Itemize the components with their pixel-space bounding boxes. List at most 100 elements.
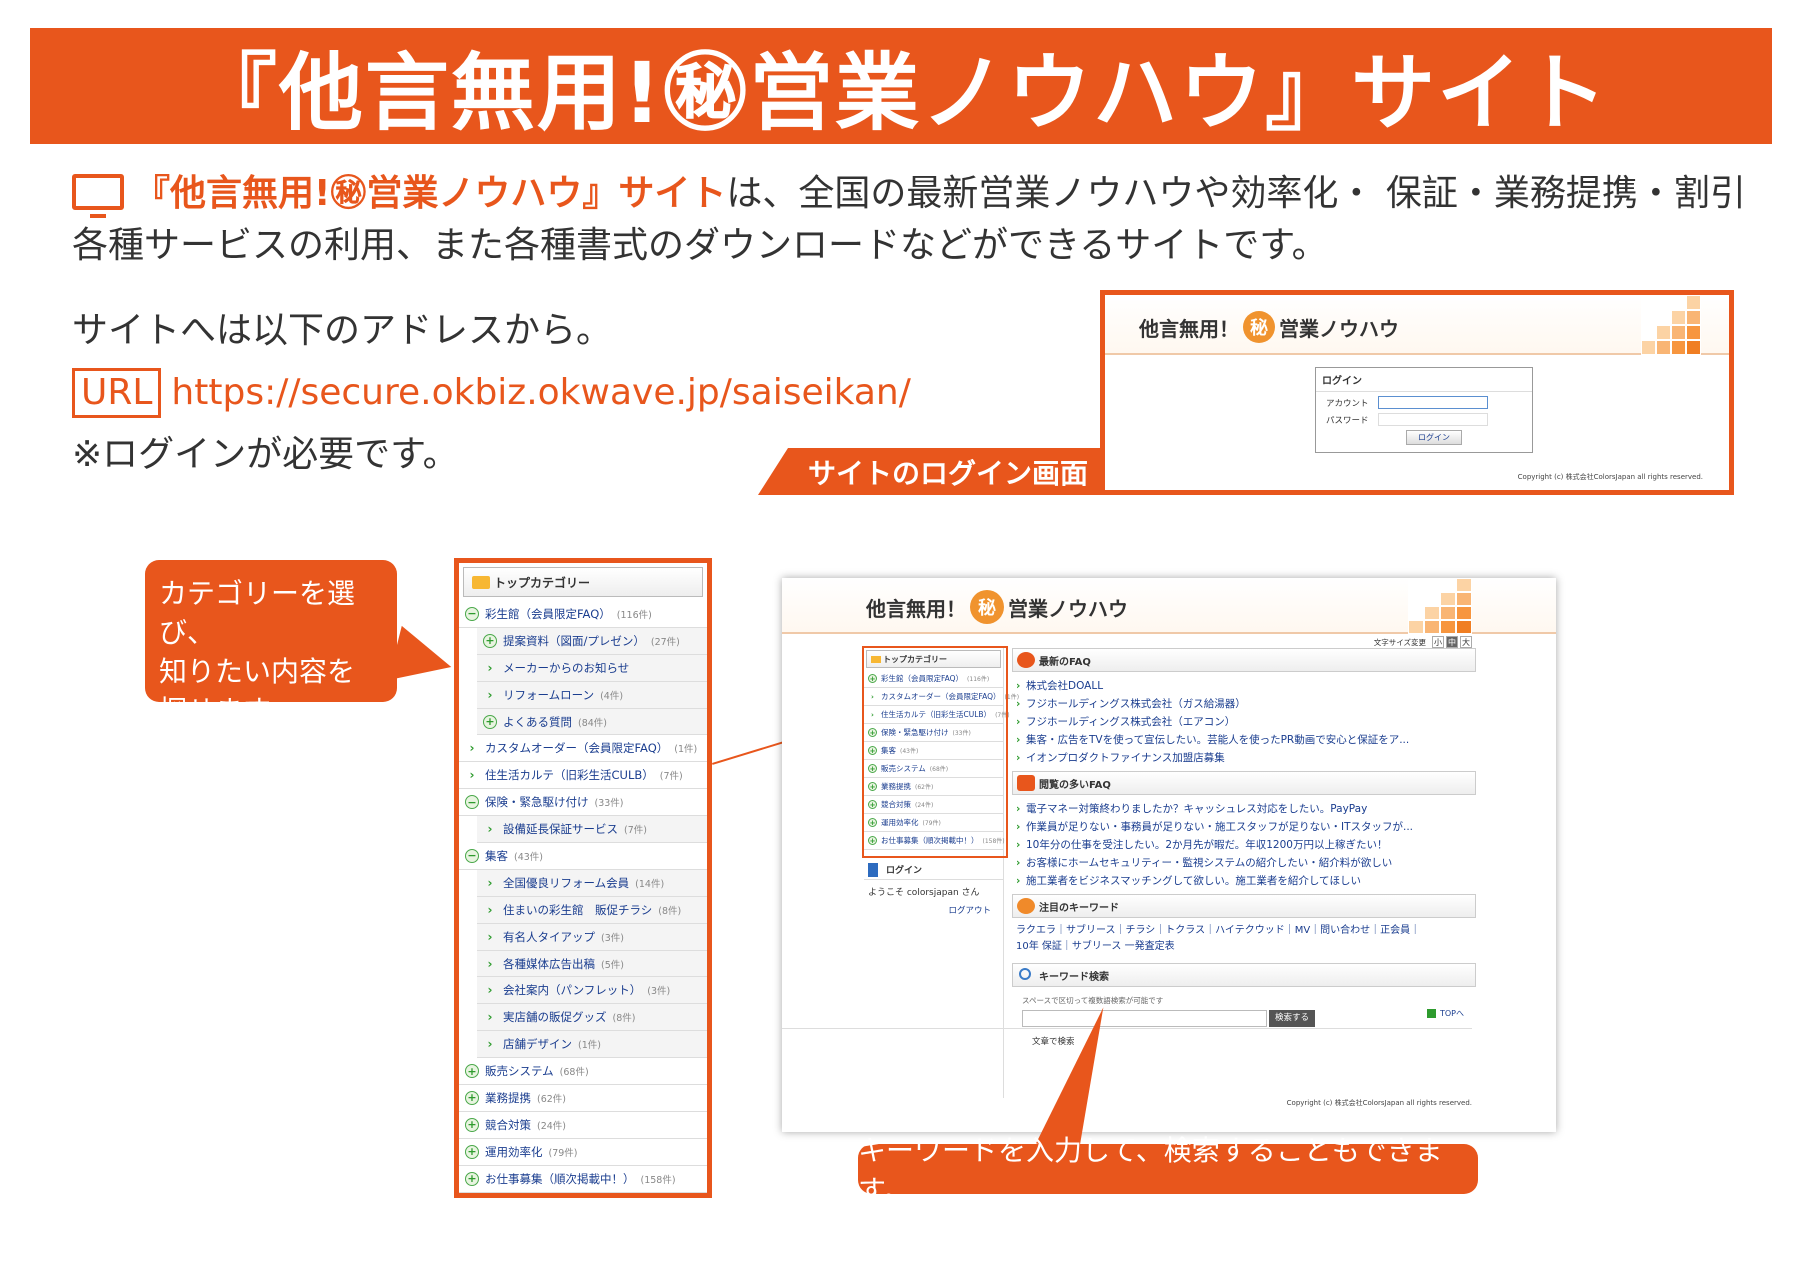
category-item[interactable]: › メーカーからのお知らせ: [477, 654, 707, 682]
faq-link[interactable]: 施工業者をビジネスマッチングして欲しい。施工業者を紹介してほしい: [1016, 872, 1476, 890]
category-count: (14件): [635, 878, 665, 890]
category-item[interactable]: › 全国優良リフォーム会員 (14件): [477, 869, 707, 897]
maru-hi-icon: 秘: [1243, 311, 1275, 343]
category-label: リフォームローン: [503, 687, 595, 702]
category-label: 店舗デザイン: [503, 1037, 572, 1052]
chevron-right-icon[interactable]: ›: [483, 1037, 497, 1051]
font-size-small-button[interactable]: 小: [1432, 636, 1444, 648]
highlight-frame: [862, 646, 1008, 858]
chevron-right-icon[interactable]: ›: [483, 876, 497, 890]
chevron-right-icon[interactable]: ›: [483, 983, 497, 997]
minus-icon[interactable]: −: [465, 606, 479, 621]
category-count: (27件): [650, 636, 680, 648]
keyword-line[interactable]: 10年 保証｜サブリース 一発査定表: [1016, 939, 1476, 955]
category-count: (1件): [674, 744, 698, 756]
plus-icon[interactable]: +: [465, 1171, 479, 1186]
chevron-right-icon[interactable]: ›: [465, 741, 479, 755]
minus-icon[interactable]: −: [465, 795, 479, 810]
login-button[interactable]: ログイン: [1406, 430, 1462, 445]
login-site-logo: 他言無用！ 秘 営業ノウハウ: [1139, 311, 1399, 343]
category-callout-line: 探せます。: [159, 694, 297, 727]
faq-link[interactable]: フジホールディングス株式会社（エアコン）: [1016, 713, 1476, 731]
plus-icon[interactable]: +: [465, 1117, 479, 1132]
category-item[interactable]: › 実店舗の販促グッズ (8件): [477, 1004, 707, 1032]
category-item[interactable]: − 集客 (43件): [459, 843, 707, 870]
category-count: (84件): [578, 717, 608, 729]
category-label: 業務提携: [485, 1090, 531, 1105]
category-callout-line: カテゴリーを選び、: [159, 577, 356, 649]
category-callout-line: 知りたい内容を: [159, 655, 356, 688]
chevron-right-icon[interactable]: ›: [483, 661, 497, 675]
category-label: カスタムオーダー（会員限定FAQ）: [485, 741, 669, 756]
category-item[interactable]: + お仕事募集（順次掲載中！） (158件): [459, 1166, 707, 1193]
category-item[interactable]: › 各種媒体広告出稿 (5件): [477, 950, 707, 978]
logout-link[interactable]: ログアウト: [864, 904, 991, 916]
mini-category-title: トップカテゴリー: [883, 654, 947, 664]
welcome-text: ようこそ colorsjapan さん: [868, 888, 980, 898]
chevron-right-icon[interactable]: ›: [483, 822, 497, 836]
account-input[interactable]: [1378, 396, 1488, 409]
chevron-right-icon[interactable]: ›: [483, 930, 497, 944]
latest-faq-title: 最新のFAQ: [1039, 656, 1091, 668]
faq-link[interactable]: イオンプロダクトファイナンス加盟店募集: [1016, 749, 1476, 767]
category-item[interactable]: + 提案資料（図面/プレゼン） (27件): [477, 627, 707, 655]
category-item[interactable]: › 住まいの彩生館 販促チラシ (8件): [477, 896, 707, 924]
font-size-label: 文字サイズ変更: [1373, 637, 1426, 647]
category-count: (7件): [624, 825, 647, 837]
font-size-large-button[interactable]: 大: [1460, 636, 1472, 648]
plus-icon[interactable]: +: [483, 633, 497, 648]
category-item[interactable]: + 競合対策 (24件): [459, 1112, 707, 1139]
hot-badge-icon: [1017, 898, 1035, 914]
top-link[interactable]: TOPへ: [1426, 1008, 1464, 1019]
chevron-right-icon[interactable]: ›: [465, 768, 479, 782]
faq-link[interactable]: 電子マネー対策終わりましたか？キャッシュレス対応をしたい。PayPay: [1016, 800, 1476, 818]
banner-title: 『他言無用!㊙営業ノウハウ』サイト: [192, 43, 1610, 142]
category-item[interactable]: › リフォームローン (4件): [477, 681, 707, 709]
logo-text: 他言無用！: [1139, 316, 1239, 341]
chevron-right-icon[interactable]: ›: [483, 1010, 497, 1024]
footer-divider: [782, 1028, 1472, 1029]
minus-icon[interactable]: −: [465, 848, 479, 863]
category-item[interactable]: + 運用効率化 (79件): [459, 1139, 707, 1166]
faq-link[interactable]: フジホールディングス株式会社（ガス給湯器）: [1016, 695, 1476, 713]
chevron-right-icon[interactable]: ›: [483, 688, 497, 702]
category-item[interactable]: › 設備延長保証サービス (7件): [477, 816, 707, 844]
faq-link[interactable]: 10年分の仕事を受注したい。2か月先が暇だ。年収1200万円以上稼ぎたい！: [1016, 836, 1476, 854]
category-item[interactable]: › 会社案内（パンフレット） (3件): [477, 977, 707, 1005]
category-item[interactable]: − 彩生館（会員限定FAQ） (116件): [459, 601, 707, 628]
logo-text-2: 営業ノウハウ: [1279, 316, 1399, 341]
category-item[interactable]: − 保険・緊急駆け付け (33件): [459, 789, 707, 817]
chevron-right-icon[interactable]: ›: [483, 903, 497, 917]
category-count: (43件): [514, 851, 544, 863]
site-url-link[interactable]: https://secure.okbiz.okwave.jp/saiseikan…: [171, 372, 910, 413]
faq-link[interactable]: 株式会社DOALL: [1016, 677, 1476, 695]
plus-icon[interactable]: +: [483, 714, 497, 729]
faq-link[interactable]: 集客・広告をTVを使って宣伝したい。芸能人を使ったPR動画で安心と保証をア...: [1016, 731, 1476, 749]
category-item[interactable]: › 店舗デザイン (1件): [477, 1031, 707, 1059]
font-size-medium-button[interactable]: 中: [1446, 636, 1458, 648]
category-item[interactable]: › カスタムオーダー（会員限定FAQ） (1件): [459, 735, 707, 763]
category-count: (1件): [578, 1040, 601, 1052]
category-item[interactable]: › 有名人タイアップ (3件): [477, 923, 707, 951]
faq-link[interactable]: お客様にホームセキュリティー・監視システムの紹介したい・紹介料が欲しい: [1016, 854, 1476, 872]
plus-icon[interactable]: +: [465, 1144, 479, 1159]
faq-link[interactable]: 作業員が足りない・事務員が足りない・施工スタッフが足りない・ITスタッフが...: [1016, 818, 1476, 836]
category-item[interactable]: › 住生活カルテ（旧彩生活CULB） (7件): [459, 762, 707, 790]
popular-faq-list: 電子マネー対策終わりましたか？キャッシュレス対応をしたい。PayPay作業員が足…: [1016, 800, 1476, 890]
keyword-line[interactable]: ラクエラ｜サブリース｜チラシ｜トクラス｜ハイテクウッド｜MV｜問い合わせ｜正会員…: [1016, 923, 1476, 939]
password-input[interactable]: [1378, 413, 1488, 426]
keywords-title: 注目のキーワード: [1039, 902, 1119, 914]
keyword-search-input[interactable]: [1022, 1010, 1267, 1027]
category-label: 住生活カルテ（旧彩生活CULB）: [485, 768, 654, 783]
category-item[interactable]: + 販売システム (68件): [459, 1058, 707, 1086]
plus-icon[interactable]: +: [465, 1090, 479, 1105]
category-item[interactable]: + 業務提携 (62件): [459, 1085, 707, 1112]
category-item[interactable]: + よくある質問 (84件): [477, 708, 707, 736]
keyword-links[interactable]: ラクエラ｜サブリース｜チラシ｜トクラス｜ハイテクウッド｜MV｜問い合わせ｜正会員…: [1016, 923, 1476, 955]
top-link-label[interactable]: TOPへ: [1440, 1008, 1464, 1019]
category-count: (3件): [601, 932, 624, 944]
chevron-right-icon[interactable]: ›: [483, 957, 497, 971]
main-copyright: Copyright (c) 株式会社ColorsJapan all rights…: [1286, 1099, 1472, 1107]
plus-icon[interactable]: +: [465, 1064, 479, 1079]
search-button[interactable]: 検索する: [1269, 1010, 1316, 1027]
